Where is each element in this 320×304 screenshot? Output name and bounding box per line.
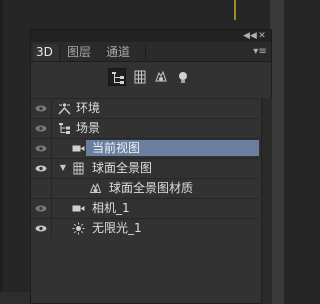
- eye-icon: [35, 165, 47, 172]
- lights-filter-button[interactable]: [174, 68, 192, 86]
- lights-icon: [179, 72, 187, 83]
- scene-item-camera-1[interactable]: 相机_1: [31, 198, 259, 218]
- dock-strip: [270, 0, 284, 304]
- scene-item-environment[interactable]: 环境: [31, 98, 259, 118]
- scene-item-label: 相机_1: [92, 201, 130, 215]
- collapse-icon[interactable]: ◀◀: [243, 30, 257, 42]
- visibility-toggle[interactable]: [31, 119, 52, 138]
- whole-scene-icon: [112, 72, 124, 84]
- visibility-toggle[interactable]: [31, 139, 52, 158]
- scene-item-label: 场景: [76, 121, 101, 135]
- panel-tabbar: 3D 图层 通道 ▾≡: [31, 42, 271, 62]
- environment-icon: [58, 103, 71, 115]
- whole-scene-filter-button[interactable]: [108, 68, 126, 86]
- mesh-icon: [73, 162, 84, 175]
- camera-icon: [72, 205, 85, 212]
- tab-channels[interactable]: 通道: [101, 44, 146, 61]
- scene-item-label: 球面全景图: [92, 161, 153, 175]
- visibility-toggle[interactable]: [31, 99, 52, 118]
- camera-icon: [72, 145, 85, 152]
- meshes-icon: [134, 70, 146, 84]
- material-icon: [89, 182, 102, 193]
- eye-icon: [35, 205, 47, 212]
- scene-item-scene[interactable]: 场景: [31, 118, 259, 138]
- scene-item-label: 当前视图: [92, 141, 141, 155]
- infinite-light-icon: [72, 222, 85, 235]
- filter-toolbar: [31, 62, 271, 92]
- eye-icon: [35, 225, 47, 232]
- scene-item-infinite-light-1[interactable]: 无限光_1: [31, 218, 259, 238]
- visibility-toggle[interactable]: [31, 159, 52, 178]
- guide-line: [234, 0, 236, 20]
- visibility-toggle[interactable]: [31, 199, 52, 218]
- scene-item-current-view[interactable]: 当前视图: [31, 138, 259, 158]
- panel-menu-icon[interactable]: ▾≡: [253, 44, 267, 59]
- panel-3d: ◀◀ ✕ 3D 图层 通道 ▾≡ 环境 场景 当前视图 ▼ 球面全景图 球面全景…: [30, 29, 272, 304]
- expand-arrow-icon[interactable]: ▼: [58, 162, 68, 174]
- scene-tree: 环境 场景 当前视图 ▼ 球面全景图 球面全景图材质 相机_1 无限光_1: [31, 98, 259, 238]
- scene-item-label: 无限光_1: [92, 221, 142, 235]
- eye-icon: [35, 105, 47, 112]
- scene-icon: [59, 123, 70, 134]
- visibility-toggle[interactable]: [31, 179, 52, 198]
- scene-item-panorama-material[interactable]: 球面全景图材质: [31, 178, 259, 198]
- eye-icon: [35, 145, 47, 152]
- canvas-edge: [0, 0, 3, 304]
- panel-titlebar[interactable]: ◀◀ ✕: [31, 30, 271, 42]
- visibility-toggle[interactable]: [31, 219, 52, 238]
- materials-filter-button[interactable]: [152, 68, 170, 86]
- scrollbar[interactable]: [261, 98, 272, 304]
- meshes-filter-button[interactable]: [131, 68, 149, 86]
- scene-item-spherical-panorama[interactable]: ▼ 球面全景图: [31, 158, 259, 178]
- close-icon[interactable]: ✕: [256, 30, 268, 42]
- scene-item-label: 环境: [76, 101, 101, 115]
- tab-3d[interactable]: 3D: [33, 44, 60, 61]
- materials-icon: [155, 70, 167, 82]
- workspace: ◀◀ ✕ 3D 图层 通道 ▾≡ 环境 场景 当前视图 ▼ 球面全景图 球面全景…: [0, 0, 284, 304]
- eye-icon: [35, 125, 47, 132]
- scene-item-label: 球面全景图材质: [109, 181, 194, 195]
